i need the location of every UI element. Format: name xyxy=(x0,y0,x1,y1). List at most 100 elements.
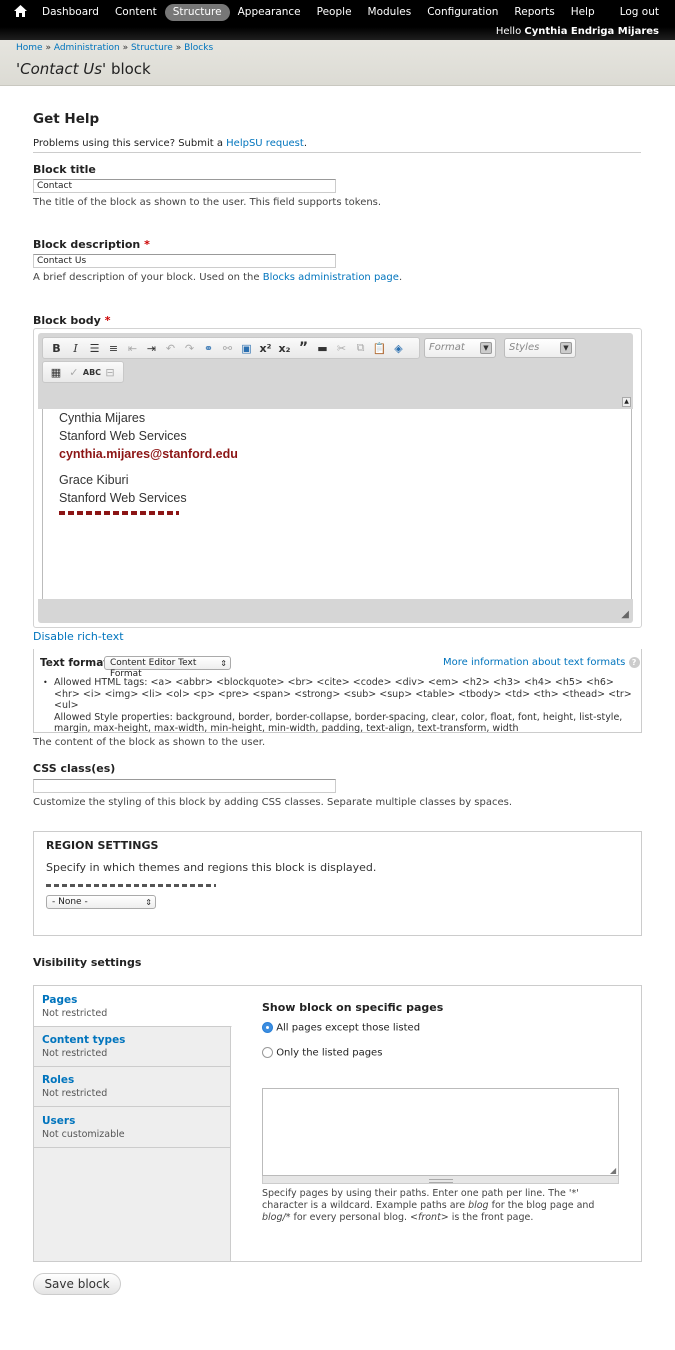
region-select[interactable]: - None - ⇕ xyxy=(46,895,156,909)
menu-help[interactable]: Help xyxy=(563,4,603,21)
editor-content-area[interactable]: Cynthia Mijares Stanford Web Services cy… xyxy=(42,409,632,599)
menu-configuration[interactable]: Configuration xyxy=(419,4,506,21)
vertical-tab-title: Roles xyxy=(42,1074,75,1086)
breadcrumb-separator: » xyxy=(45,43,51,53)
indent-icon[interactable]: ⇥ xyxy=(142,342,161,355)
redo-icon[interactable]: ↷ xyxy=(180,342,199,355)
title-suffix: block xyxy=(106,60,151,78)
bulleted-list-icon[interactable]: ☰ xyxy=(85,342,104,355)
table-icon[interactable]: ▦ xyxy=(47,366,65,379)
remove-format-icon[interactable]: ◈ xyxy=(389,342,408,355)
superscript-button[interactable]: x² xyxy=(256,342,275,355)
undo-icon[interactable]: ↶ xyxy=(161,342,180,355)
breadcrumb-structure[interactable]: Structure xyxy=(131,43,173,53)
menu-structure[interactable]: Structure xyxy=(164,4,230,21)
menu-reports[interactable]: Reports xyxy=(506,4,562,21)
breadcrumb: Home » Administration » Structure » Bloc… xyxy=(16,43,213,53)
block-description-help-prefix: A brief description of your block. Used … xyxy=(33,272,263,283)
vertical-tab-summary: Not customizable xyxy=(42,1129,125,1140)
text-format-select[interactable]: Content Editor Text Format ⇕ xyxy=(104,656,231,679)
numbered-list-icon[interactable]: ≡ xyxy=(104,342,123,355)
radio-unchecked[interactable] xyxy=(262,1047,273,1058)
menu-dashboard[interactable]: Dashboard xyxy=(34,4,107,21)
scroll-up-icon[interactable]: ▲ xyxy=(622,397,631,407)
menu-appearance[interactable]: Appearance xyxy=(230,4,309,21)
editor-button-group: B I ☰ ≡ ⇤ ⇥ ↶ ↷ ⚭ ⚯ ▣ x² x₂ ” ▬ ✂ ⧉ 📋 ◈ xyxy=(42,337,420,359)
admin-menu: Dashboard Content Structure Appearance P… xyxy=(34,4,603,21)
breadcrumb-home[interactable]: Home xyxy=(16,43,43,53)
more-info-text-formats: More information about text formats ? xyxy=(443,657,640,668)
styles-combo[interactable]: Styles ▼ xyxy=(504,338,576,358)
block-description-label: Block description * xyxy=(33,238,150,251)
subscript-button[interactable]: x₂ xyxy=(275,342,294,355)
save-block-button[interactable]: Save block xyxy=(33,1273,121,1295)
copy-icon[interactable]: ⧉ xyxy=(351,341,370,355)
user-name[interactable]: Cynthia Endriga Mijares xyxy=(524,26,659,37)
menu-modules[interactable]: Modules xyxy=(360,4,420,21)
allowed-tags-list: Allowed HTML tags: <a> <abbr> <blockquot… xyxy=(54,677,634,735)
home-icon[interactable] xyxy=(14,5,28,19)
vertical-tab-summary: Not restricted xyxy=(42,1048,108,1059)
editor-line: Cynthia Mijares xyxy=(59,411,146,425)
radio-option-except[interactable]: All pages except those listed xyxy=(262,1022,420,1034)
allowed-html-tags: Allowed HTML tags: <a> <abbr> <blockquot… xyxy=(54,677,632,711)
select-arrows-icon: ⇕ xyxy=(145,898,152,907)
blocks-admin-link[interactable]: Blocks administration page xyxy=(263,272,399,283)
radio-option-only[interactable]: Only the listed pages xyxy=(262,1047,382,1059)
vertical-tab-pages[interactable]: Pages Not restricted xyxy=(34,986,232,1027)
required-marker: * xyxy=(144,238,150,251)
blockquote-button[interactable]: ” xyxy=(294,340,313,356)
pages-help-text: Specify pages by using their paths. Ente… xyxy=(262,1188,622,1224)
radio-checked[interactable] xyxy=(262,1022,273,1033)
horizontal-rule-icon[interactable]: ▬ xyxy=(313,342,332,355)
menu-content[interactable]: Content xyxy=(107,4,165,21)
allowed-style-properties: Allowed Style properties: background, bo… xyxy=(54,711,623,735)
link-icon[interactable]: ⚭ xyxy=(199,342,218,355)
css-class-input[interactable] xyxy=(33,779,336,793)
block-body-label: Block body * xyxy=(33,314,110,327)
editor-button-group-2: ▦ ✓ ABC ⊟ xyxy=(42,361,124,383)
divider xyxy=(33,152,641,153)
vertical-tab-title: Users xyxy=(42,1115,76,1127)
hello-prefix: Hello xyxy=(495,26,522,37)
show-blocks-icon[interactable]: ⊟ xyxy=(101,366,119,379)
breadcrumb-separator: » xyxy=(175,43,182,53)
italic-button[interactable]: I xyxy=(66,342,85,355)
breadcrumb-administration[interactable]: Administration xyxy=(54,43,120,53)
pages-textarea[interactable] xyxy=(262,1088,619,1176)
admin-toolbar: Dashboard Content Structure Appearance P… xyxy=(0,0,675,45)
format-combo[interactable]: Format ▼ xyxy=(424,338,496,358)
logout-link[interactable]: Log out xyxy=(620,6,659,18)
outdent-icon[interactable]: ⇤ xyxy=(123,342,142,355)
vertical-tab-users[interactable]: Users Not customizable xyxy=(34,1107,231,1148)
editor-email-link[interactable]: cynthia.mijares@stanford.edu xyxy=(59,447,238,461)
vertical-tab-roles[interactable]: Roles Not restricted xyxy=(34,1066,231,1107)
editor-line: Grace Kiburi xyxy=(59,473,129,487)
image-icon[interactable]: ▣ xyxy=(237,342,256,355)
page-header: Home » Administration » Structure » Bloc… xyxy=(0,40,675,86)
breadcrumb-blocks[interactable]: Blocks xyxy=(184,43,213,53)
unlink-icon[interactable]: ⚯ xyxy=(218,342,237,355)
editor-clipped-line xyxy=(59,511,179,515)
block-title-input[interactable]: Contact xyxy=(33,179,336,193)
bold-button[interactable]: B xyxy=(47,342,66,355)
resize-handle-icon[interactable]: ◢ xyxy=(621,609,629,620)
disable-rich-text-link[interactable]: Disable rich-text xyxy=(33,630,124,643)
pages-help-example: blog/* xyxy=(262,1212,291,1223)
textarea-resize-icon[interactable]: ◢ xyxy=(610,1166,616,1175)
paste-icon[interactable]: 📋 xyxy=(370,342,389,355)
spellcheck-icon[interactable]: ✓ xyxy=(65,366,83,379)
editor-line: Stanford Web Services xyxy=(59,429,187,443)
get-help-heading: Get Help xyxy=(33,111,100,127)
get-help-suffix: . xyxy=(303,138,307,149)
more-info-link[interactable]: More information about text formats xyxy=(443,657,625,668)
editor-statusbar: ◢ xyxy=(38,599,633,623)
menu-people[interactable]: People xyxy=(309,4,360,21)
help-icon[interactable]: ? xyxy=(628,657,640,668)
block-description-input[interactable]: Contact Us xyxy=(33,254,336,268)
abc-icon[interactable]: ABC xyxy=(83,368,101,377)
vertical-tab-content-types[interactable]: Content types Not restricted xyxy=(34,1026,231,1067)
helpsu-link[interactable]: HelpSU request xyxy=(226,138,304,149)
textarea-grippie[interactable] xyxy=(262,1176,619,1184)
cut-icon[interactable]: ✂ xyxy=(332,342,351,355)
